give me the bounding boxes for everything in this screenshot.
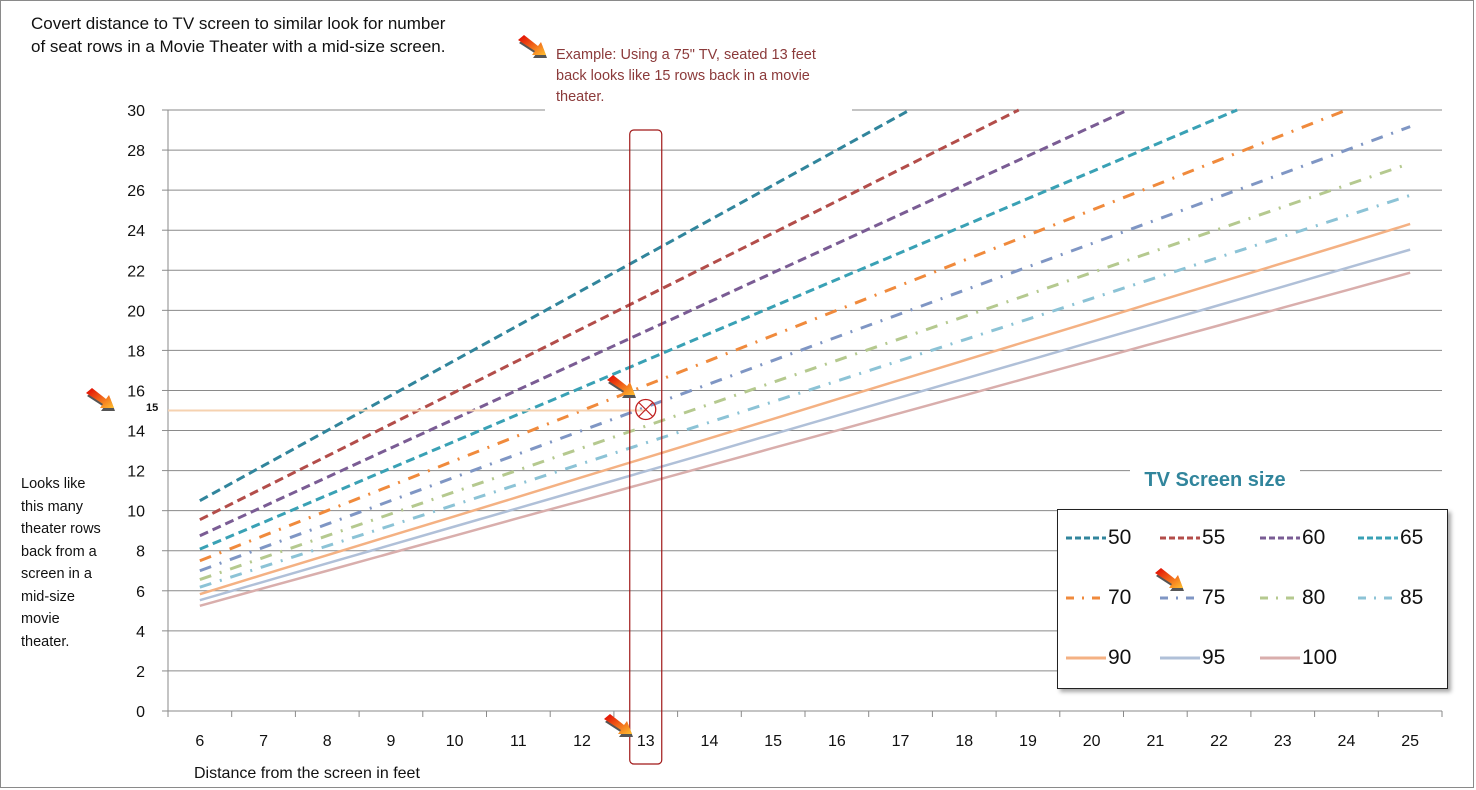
x-tick-label: 11 <box>510 733 527 750</box>
legend: 50 55 60 65 70 75 80 85 90 95 100 <box>1057 509 1448 689</box>
arrow-icon <box>1155 568 1184 591</box>
x-tick-label: 23 <box>1274 733 1292 750</box>
legend-swatch <box>1358 596 1398 600</box>
legend-item-85: 85 <box>1356 583 1423 613</box>
y-tick-label: 0 <box>136 704 145 721</box>
y-tick-label: 20 <box>127 303 145 320</box>
example-annotation: Example: Using a 75" TV, seated 13 feet … <box>556 45 836 108</box>
x-tick-label: 7 <box>259 733 268 750</box>
legend-swatch <box>1160 656 1200 660</box>
legend-item-90: 90 <box>1064 643 1131 673</box>
y-tick-label: 4 <box>136 624 145 641</box>
legend-label: 60 <box>1302 526 1326 549</box>
highlight-overlay <box>168 129 663 765</box>
legend-label: 75 <box>1202 586 1226 609</box>
x-tick-label: 17 <box>892 733 910 750</box>
x-tick-label: 15 <box>764 733 782 750</box>
y-tick-label: 22 <box>127 263 145 280</box>
x-tick-label: 20 <box>1083 733 1101 750</box>
legend-label: 70 <box>1108 586 1132 609</box>
y-tick-label: 10 <box>127 504 145 521</box>
legend-swatch <box>1260 596 1300 600</box>
x-tick-label: 12 <box>573 733 591 750</box>
x-axis-label: Distance from the screen in feet <box>194 765 420 782</box>
x-tick-label: 25 <box>1401 733 1419 750</box>
x-tick-label: 14 <box>701 733 719 750</box>
legend-item-50: 50 <box>1064 523 1131 553</box>
legend-title: TV Screen size <box>1130 466 1300 494</box>
y-tick-label: 24 <box>127 223 145 240</box>
arrow-icon <box>604 714 633 737</box>
x-tick-label: 24 <box>1338 733 1356 750</box>
y-tick-label: 18 <box>127 343 145 360</box>
x-tick-label: 21 <box>1146 733 1164 750</box>
x-tick-label: 8 <box>323 733 332 750</box>
legend-label: 50 <box>1108 526 1132 549</box>
y-tick-label: 28 <box>127 143 145 160</box>
y-tick-label: 8 <box>136 544 145 561</box>
series-line-75 <box>199 125 1411 573</box>
y-tick-label: 30 <box>127 103 145 120</box>
legend-swatch <box>1066 536 1106 540</box>
legend-swatch <box>1260 656 1300 660</box>
legend-label: 85 <box>1400 586 1424 609</box>
legend-swatch <box>1066 596 1106 600</box>
legend-label: 100 <box>1302 646 1338 669</box>
arrow-icon <box>86 388 115 411</box>
legend-label: 55 <box>1202 526 1226 549</box>
legend-item-95: 95 <box>1158 643 1225 673</box>
series-line-65 <box>199 108 1238 551</box>
arrow-icon <box>518 35 547 58</box>
x-tick-label: 19 <box>1019 733 1037 750</box>
legend-item-80: 80 <box>1258 583 1325 613</box>
legend-swatch <box>1260 536 1300 540</box>
chart-title: Covert distance to TV screen to similar … <box>31 14 446 56</box>
y-tick-label: 12 <box>127 464 145 481</box>
series-line-50 <box>199 108 911 502</box>
x-tick-label: 16 <box>828 733 846 750</box>
x-tick-label: 9 <box>386 733 395 750</box>
y-tick-label: 14 <box>127 424 145 441</box>
y-tick-label: 16 <box>127 383 145 400</box>
legend-item-65: 65 <box>1356 523 1423 553</box>
legend-item-55: 55 <box>1158 523 1225 553</box>
legend-label: 65 <box>1400 526 1424 549</box>
legend-swatch <box>1066 656 1106 660</box>
arrow-icon <box>607 375 636 398</box>
legend-item-60: 60 <box>1258 523 1325 553</box>
legend-label: 90 <box>1108 646 1132 669</box>
y-axis-label: Looks like this many theater rows back f… <box>21 476 101 650</box>
legend-label: 95 <box>1202 646 1226 669</box>
legend-swatch <box>1358 536 1398 540</box>
legend-swatch <box>1160 536 1200 540</box>
legend-swatch <box>1160 596 1200 600</box>
y-tick-label: 26 <box>127 183 145 200</box>
x-tick-label: 18 <box>955 733 973 750</box>
y-tick-label: 2 <box>136 664 145 681</box>
y-tick-label: 6 <box>136 584 145 601</box>
legend-item-100: 100 <box>1258 643 1337 673</box>
highlight-y-label: 15 <box>146 402 159 414</box>
series-line-60 <box>199 108 1129 538</box>
legend-label: 80 <box>1302 586 1326 609</box>
x-tick-label: 6 <box>195 733 204 750</box>
x-tick-label: 13 <box>637 733 655 750</box>
x-tick-label: 22 <box>1210 733 1228 750</box>
legend-item-70: 70 <box>1064 583 1131 613</box>
x-tick-label: 10 <box>446 733 464 750</box>
